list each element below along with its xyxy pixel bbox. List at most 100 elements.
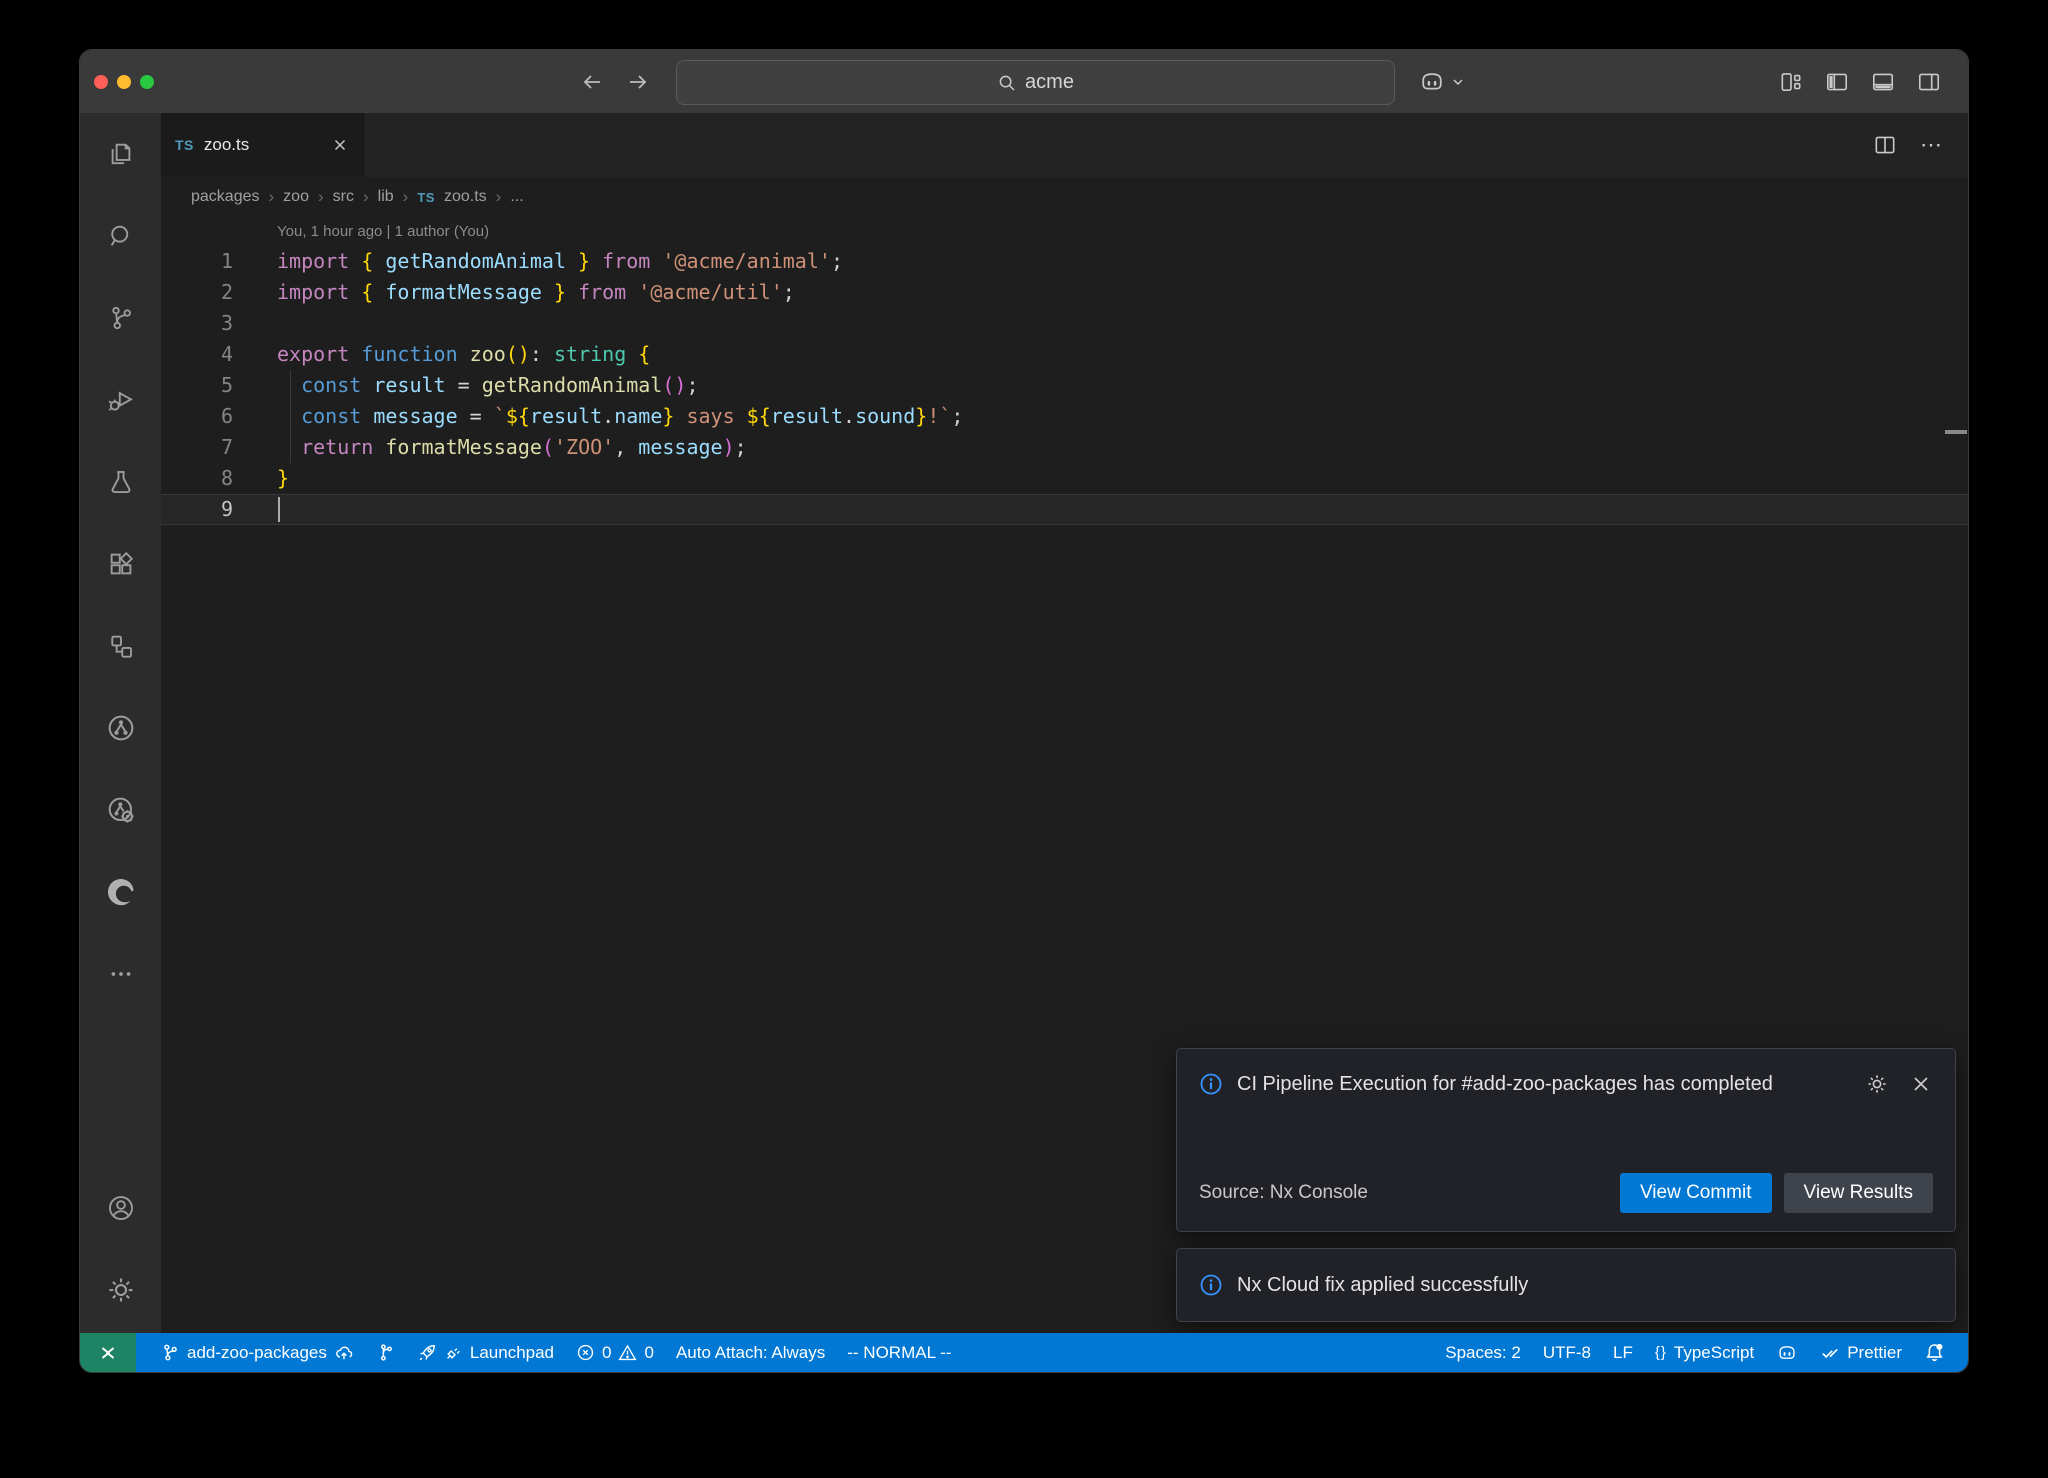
indent-guide bbox=[290, 401, 291, 432]
toggle-primary-sidebar-button[interactable] bbox=[1824, 69, 1850, 95]
panel-bottom-icon bbox=[1870, 69, 1896, 95]
code-line: 8} bbox=[161, 463, 1968, 494]
code-text: const result = getRandomAnimal(); bbox=[233, 370, 699, 401]
more-actions-button[interactable]: ⋯ bbox=[1920, 132, 1944, 158]
activity-edge-browser[interactable] bbox=[80, 851, 161, 933]
code-line: 4export function zoo(): string { bbox=[161, 339, 1968, 370]
activity-run-debug[interactable] bbox=[80, 359, 161, 441]
tab-close-button[interactable] bbox=[331, 136, 349, 154]
split-editor-icon bbox=[1872, 132, 1898, 158]
chevron-right-icon: › bbox=[269, 187, 275, 207]
traffic-lights bbox=[94, 50, 154, 113]
sidebar-right-icon bbox=[1916, 69, 1942, 95]
line-number: 4 bbox=[161, 339, 233, 370]
branch-name: add-zoo-packages bbox=[187, 1343, 327, 1363]
indentation-item[interactable]: Spaces: 2 bbox=[1434, 1333, 1532, 1372]
nx-cloud-icon bbox=[105, 794, 137, 826]
breadcrumb-item[interactable]: zoo bbox=[283, 188, 309, 206]
branch-item[interactable]: add-zoo-packages bbox=[150, 1333, 365, 1372]
breadcrumb-item[interactable]: zoo.ts bbox=[444, 188, 487, 206]
indent-guide bbox=[290, 370, 291, 401]
copilot-status-item[interactable] bbox=[1765, 1333, 1809, 1372]
encoding-item[interactable]: UTF-8 bbox=[1532, 1333, 1602, 1372]
auto-attach-item[interactable]: Auto Attach: Always bbox=[665, 1333, 836, 1372]
remote-icon bbox=[98, 1343, 118, 1363]
split-editor-button[interactable] bbox=[1872, 132, 1898, 158]
command-center-search[interactable]: acme bbox=[676, 60, 1395, 105]
text-cursor bbox=[278, 497, 280, 522]
code-text bbox=[233, 308, 277, 339]
activity-explorer[interactable] bbox=[80, 113, 161, 195]
activity-source-control[interactable] bbox=[80, 277, 161, 359]
view-commit-button[interactable]: View Commit bbox=[1620, 1173, 1772, 1213]
braces-icon: {} bbox=[1655, 1344, 1667, 1361]
sidebar-left-icon bbox=[1824, 69, 1850, 95]
chevron-right-icon: › bbox=[318, 187, 324, 207]
activity-nx-cloud[interactable] bbox=[80, 769, 161, 851]
copilot-menu[interactable] bbox=[1418, 50, 1466, 113]
run-debug-icon bbox=[106, 385, 136, 415]
launchpad-item[interactable]: Launchpad bbox=[406, 1333, 565, 1372]
toggle-secondary-sidebar-button[interactable] bbox=[1916, 69, 1942, 95]
zoom-window-button[interactable] bbox=[140, 75, 154, 89]
breadcrumb-item[interactable]: src bbox=[333, 188, 354, 206]
activity-testing[interactable] bbox=[80, 441, 161, 523]
warning-icon bbox=[618, 1343, 637, 1362]
tab-bar: TS zoo.ts ⋯ bbox=[161, 113, 1968, 177]
back-button[interactable] bbox=[580, 70, 604, 94]
breadcrumb-item[interactable]: ... bbox=[510, 188, 523, 206]
activity-references[interactable] bbox=[80, 605, 161, 687]
git-branch-icon bbox=[161, 1343, 180, 1362]
toggle-panel-button[interactable] bbox=[1870, 69, 1896, 95]
customize-layout-button[interactable] bbox=[1778, 69, 1804, 95]
activity-nx-console[interactable] bbox=[80, 687, 161, 769]
line-number: 7 bbox=[161, 432, 233, 463]
activity-search[interactable] bbox=[80, 195, 161, 277]
view-results-button[interactable]: View Results bbox=[1784, 1173, 1933, 1213]
line-number: 5 bbox=[161, 370, 233, 401]
notification-source: Source: Nx Console bbox=[1199, 1182, 1368, 1204]
warning-count: 0 bbox=[644, 1343, 653, 1363]
breadcrumb-item[interactable]: lib bbox=[378, 188, 394, 206]
pipeline-item[interactable] bbox=[365, 1333, 406, 1372]
tab-zoo-ts[interactable]: TS zoo.ts bbox=[161, 113, 364, 177]
eol-item[interactable]: LF bbox=[1602, 1333, 1644, 1372]
titlebar: acme bbox=[80, 50, 1968, 114]
line-number: 9 bbox=[161, 495, 233, 524]
forward-button[interactable] bbox=[626, 70, 650, 94]
vim-mode-item[interactable]: -- NORMAL -- bbox=[836, 1333, 962, 1372]
git-blame-annotation: You, 1 hour ago | 1 author (You) bbox=[161, 217, 1968, 246]
notifications-bell-item[interactable] bbox=[1913, 1333, 1956, 1372]
code-text: export function zoo(): string { bbox=[233, 339, 650, 370]
account-button[interactable] bbox=[80, 1167, 161, 1249]
line-number: 3 bbox=[161, 308, 233, 339]
problems-item[interactable]: 0 0 bbox=[565, 1333, 665, 1372]
code-line: 6 const message = `${result.name} says $… bbox=[161, 401, 1968, 432]
line-number: 1 bbox=[161, 246, 233, 277]
language-mode-item[interactable]: {} TypeScript bbox=[1644, 1333, 1765, 1372]
source-control-icon bbox=[106, 303, 136, 333]
search-icon bbox=[997, 73, 1017, 93]
code-text: const message = `${result.name} says ${r… bbox=[233, 401, 963, 432]
chevron-right-icon: › bbox=[363, 187, 369, 207]
double-check-icon bbox=[1820, 1343, 1840, 1363]
remote-indicator[interactable] bbox=[80, 1333, 136, 1372]
code-line: 5 const result = getRandomAnimal(); bbox=[161, 370, 1968, 401]
notification-close-button[interactable] bbox=[1909, 1072, 1933, 1096]
formatter-item[interactable]: Prettier bbox=[1809, 1333, 1913, 1372]
code-line: 1import { getRandomAnimal } from '@acme/… bbox=[161, 246, 1968, 277]
close-window-button[interactable] bbox=[94, 75, 108, 89]
status-bar: add-zoo-packages Launchpad 0 0 Au bbox=[80, 1333, 1968, 1372]
activity-extensions[interactable] bbox=[80, 523, 161, 605]
notification-nx-cloud-fix: Nx Cloud fix applied successfully bbox=[1176, 1248, 1956, 1322]
arrow-left-icon bbox=[580, 70, 604, 94]
activity-more[interactable] bbox=[80, 933, 161, 1015]
info-icon bbox=[1199, 1072, 1223, 1096]
error-count: 0 bbox=[602, 1343, 611, 1363]
code-line: 9 bbox=[161, 494, 1968, 525]
breadcrumb-item[interactable]: packages bbox=[191, 188, 260, 206]
settings-button[interactable] bbox=[80, 1249, 161, 1331]
minimize-window-button[interactable] bbox=[117, 75, 131, 89]
notification-settings-button[interactable] bbox=[1865, 1072, 1889, 1096]
testing-flask-icon bbox=[106, 467, 136, 497]
